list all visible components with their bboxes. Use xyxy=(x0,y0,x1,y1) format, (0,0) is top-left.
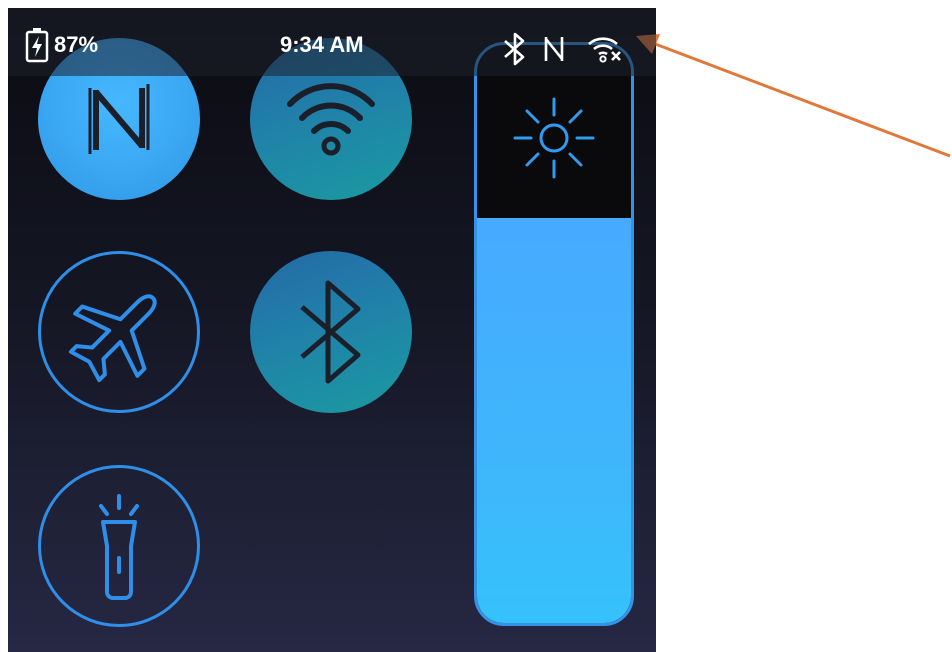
wifi-disconnected-icon xyxy=(588,37,621,63)
airplane-mode-toggle[interactable] xyxy=(38,251,200,413)
nfc-icon xyxy=(544,37,564,61)
battery-charging-icon xyxy=(25,28,49,63)
status-bar: 87% 9:34 AM xyxy=(8,8,656,76)
bluetooth-icon xyxy=(504,32,525,66)
brightness-level-fill xyxy=(477,218,631,623)
clock: 9:34 AM xyxy=(280,32,364,57)
annotation-arrow xyxy=(636,34,951,158)
phone-screen: 87% 9:34 AM xyxy=(8,8,656,652)
bluetooth-toggle[interactable] xyxy=(250,251,412,413)
airplane-icon xyxy=(68,294,157,383)
flashlight-icon xyxy=(99,494,139,600)
battery-percent: 87% xyxy=(54,32,99,57)
bluetooth-icon xyxy=(300,280,361,384)
flashlight-toggle[interactable] xyxy=(38,465,200,627)
brightness-slider[interactable] xyxy=(474,42,634,626)
sun-icon xyxy=(513,97,595,179)
